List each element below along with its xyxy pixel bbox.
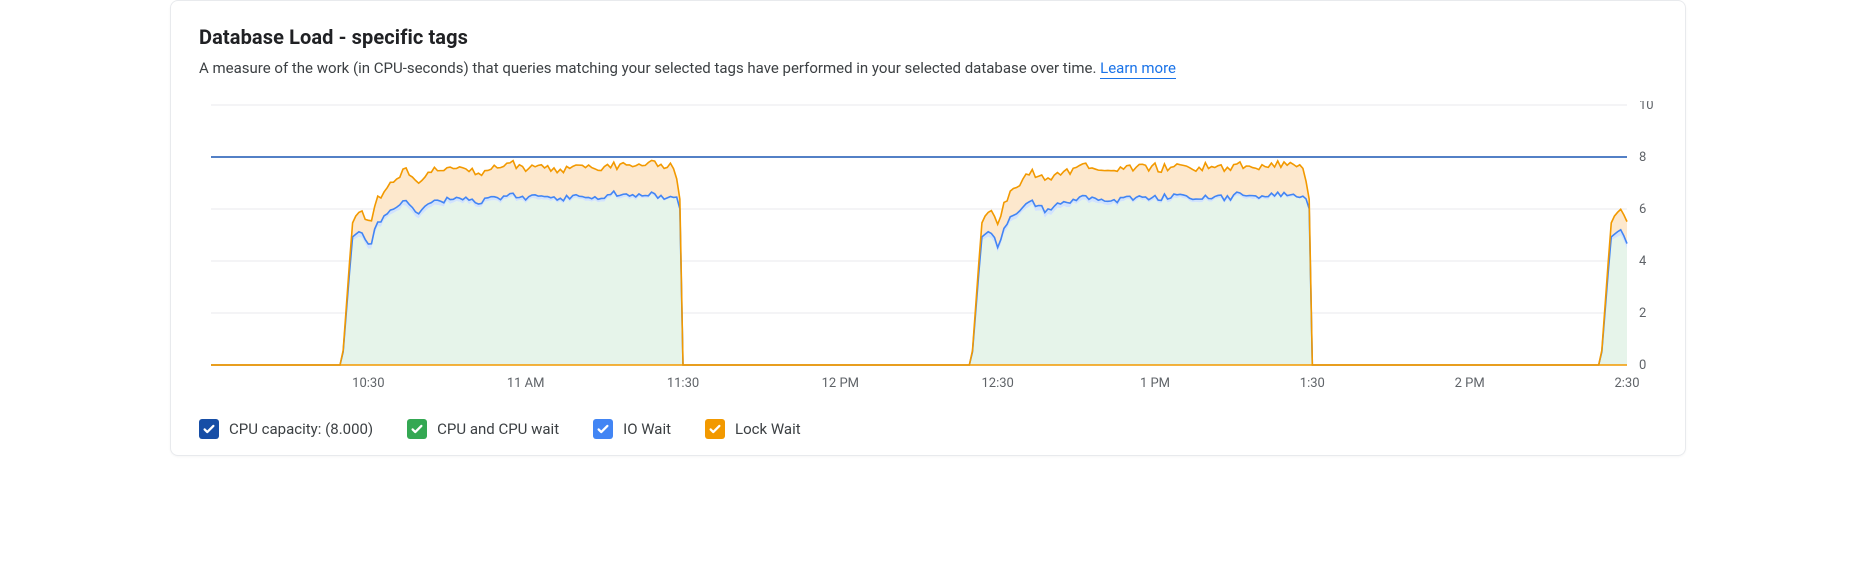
chart-svg: 0 2 4 6 8 10 10:30 11 AM 11:30 12 PM 12:30 1 PM 1:30… [185,101,1673,405]
legend-item-io-wait[interactable]: IO Wait [593,419,671,439]
chart-area: 0 2 4 6 8 10 10:30 11 AM 11:30 12 PM 12:30 1 PM 1:30… [185,101,1671,405]
legend-item-cpu-wait[interactable]: CPU and CPU wait [407,419,559,439]
svg-text:6: 6 [1639,202,1646,217]
chart-subtitle-text: A measure of the work (in CPU-seconds) t… [199,59,1100,77]
svg-text:1 PM: 1 PM [1140,376,1170,391]
svg-text:1:30: 1:30 [1300,376,1325,391]
legend-label: Lock Wait [735,420,801,438]
legend-label: CPU capacity: (8.000) [229,420,373,438]
legend-label: CPU and CPU wait [437,420,559,438]
svg-text:12 PM: 12 PM [822,376,859,391]
svg-text:2: 2 [1639,306,1646,321]
db-load-card: Database Load - specific tags A measure … [170,0,1686,456]
svg-text:8: 8 [1639,150,1646,165]
svg-text:2 PM: 2 PM [1455,376,1485,391]
checkbox-icon [199,419,219,439]
legend-item-lock-wait[interactable]: Lock Wait [705,419,801,439]
svg-text:10: 10 [1639,101,1654,113]
svg-text:12:30: 12:30 [981,376,1013,391]
checkbox-icon [407,419,427,439]
checkbox-icon [593,419,613,439]
svg-text:4: 4 [1639,254,1647,269]
chart-title: Database Load - specific tags [199,25,1657,49]
chart-legend: CPU capacity: (8.000) CPU and CPU wait I… [171,405,1685,439]
svg-text:11 AM: 11 AM [507,376,545,391]
legend-item-cpu-capacity[interactable]: CPU capacity: (8.000) [199,419,373,439]
chart-subtitle: A measure of the work (in CPU-seconds) t… [199,59,1657,77]
checkbox-icon [705,419,725,439]
svg-text:0: 0 [1639,358,1646,373]
svg-text:11:30: 11:30 [667,376,699,391]
svg-text:2:30: 2:30 [1614,376,1639,391]
svg-text:10:30: 10:30 [352,376,384,391]
legend-label: IO Wait [623,420,671,438]
learn-more-link[interactable]: Learn more [1100,59,1176,79]
